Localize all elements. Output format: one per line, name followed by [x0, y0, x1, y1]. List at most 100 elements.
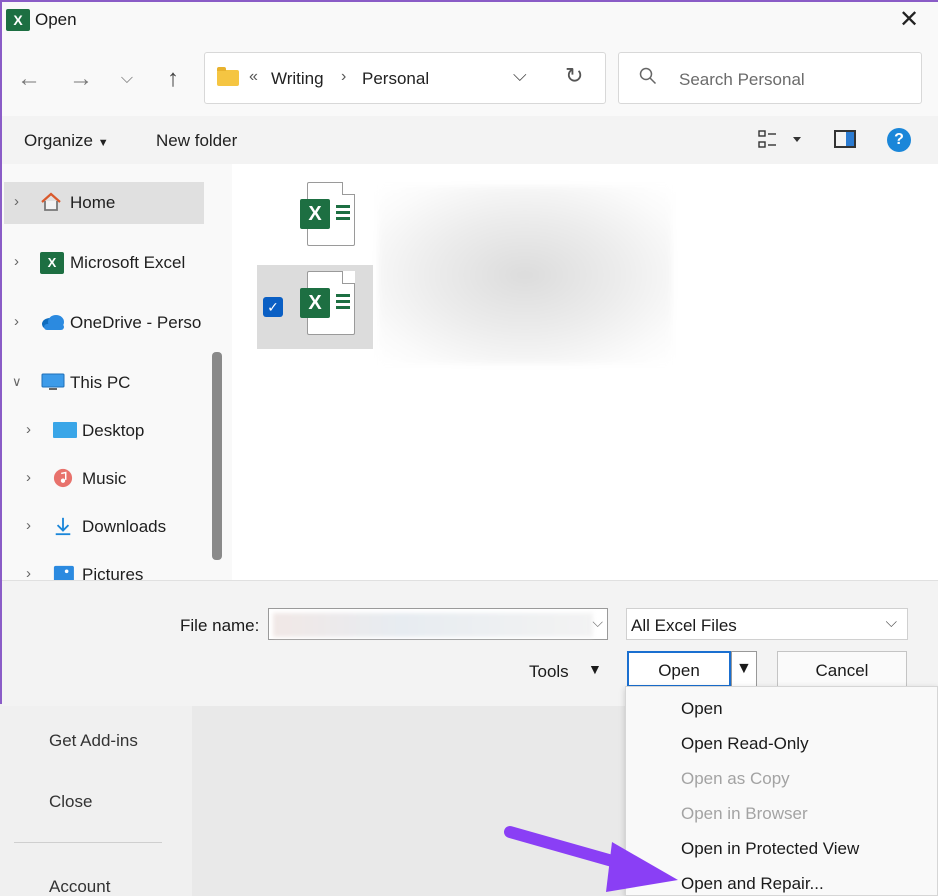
- search-box[interactable]: Search Personal: [618, 52, 922, 104]
- backstage-account[interactable]: Account: [49, 877, 110, 896]
- excel-file-icon: X: [300, 271, 355, 335]
- sidebar-item-downloads[interactable]: › Downloads: [4, 506, 204, 548]
- menu-item-open-and-repair[interactable]: Open and Repair...: [681, 874, 824, 894]
- grid-icon: [336, 205, 350, 221]
- window-title: Open: [35, 10, 77, 29]
- open-options-dropdown[interactable]: ▼: [731, 651, 757, 687]
- file-type-select[interactable]: All Excel Files ⌵: [626, 608, 908, 640]
- organize-button[interactable]: Organize ▼: [24, 131, 109, 151]
- onedrive-icon: [42, 315, 64, 330]
- chevron-down-icon[interactable]: ∨: [12, 374, 22, 390]
- search-icon: [639, 67, 657, 85]
- chevron-down-icon[interactable]: ⌵: [592, 614, 603, 631]
- breadcrumb-writing[interactable]: Writing: [271, 69, 324, 89]
- backstage-get-addins[interactable]: Get Add-ins: [49, 731, 138, 751]
- sidebar-item-label: This PC: [70, 373, 131, 392]
- blurred-file-names: [378, 186, 672, 364]
- view-options-icon[interactable]: [758, 130, 802, 150]
- menu-item-open-in-browser: Open in Browser: [681, 804, 808, 823]
- caret-down-icon: ▼: [736, 660, 752, 677]
- open-dialog: X Open ✕ ← → ⌵ ↑ « Writing › Personal ⌵ …: [0, 0, 938, 706]
- sidebar-item-label: Downloads: [82, 517, 167, 536]
- forward-arrow-icon[interactable]: →: [66, 64, 96, 94]
- excel-badge-icon: X: [300, 288, 330, 318]
- downloads-icon: [55, 517, 71, 536]
- chevron-right-icon[interactable]: ›: [26, 421, 31, 438]
- organize-label: Organize: [24, 131, 93, 150]
- refresh-icon[interactable]: ↻: [565, 63, 583, 89]
- address-overflow[interactable]: «: [249, 68, 258, 86]
- sidebar-item-onedrive[interactable]: › OneDrive - Perso: [4, 302, 204, 344]
- title-bar: X Open ✕: [2, 2, 938, 40]
- excel-icon: X: [6, 9, 30, 31]
- breadcrumb-personal[interactable]: Personal: [362, 69, 429, 89]
- close-icon[interactable]: ✕: [896, 6, 922, 34]
- sidebar-item-this-pc[interactable]: ∨ This PC: [4, 362, 204, 404]
- command-bar: Organize ▼ New folder ?: [2, 116, 938, 164]
- checkbox-checked-icon[interactable]: ✓: [263, 297, 283, 317]
- recent-locations-chevron-icon[interactable]: ⌵: [112, 64, 142, 94]
- file-name-label: File name:: [180, 616, 260, 635]
- file-name-input[interactable]: ⌵: [268, 608, 608, 640]
- pc-icon: [41, 373, 65, 390]
- sidebar-item-home[interactable]: › Home: [4, 182, 204, 224]
- tools-caret-icon[interactable]: ▼: [588, 661, 602, 677]
- sidebar-item-label: Pictures: [82, 565, 144, 580]
- chevron-right-icon[interactable]: ›: [14, 193, 19, 210]
- file-type-value: All Excel Files: [631, 616, 737, 635]
- navigation-pane: › Home › X Microsoft Excel › OneDrive - …: [2, 164, 230, 580]
- open-button[interactable]: Open: [627, 651, 731, 687]
- sidebar-item-label: Music: [82, 469, 127, 488]
- back-arrow-icon[interactable]: ←: [14, 64, 44, 94]
- open-button-label: Open: [658, 661, 700, 680]
- backstage-divider: [14, 842, 162, 843]
- sidebar-item-desktop[interactable]: › Desktop: [4, 410, 204, 452]
- search-input[interactable]: Search Personal: [679, 70, 805, 90]
- chevron-right-icon[interactable]: ›: [26, 469, 31, 486]
- excel-icon: X: [40, 252, 64, 274]
- desktop-icon: [53, 422, 77, 438]
- music-icon: [53, 468, 73, 488]
- sidebar-item-label: Desktop: [82, 421, 145, 440]
- chevron-right-icon[interactable]: ›: [26, 565, 31, 580]
- menu-item-open-protected-view[interactable]: Open in Protected View: [681, 839, 859, 859]
- sidebar-item-pictures[interactable]: › Pictures: [4, 554, 204, 580]
- sidebar-item-label: OneDrive - Perso: [70, 313, 202, 332]
- up-arrow-icon[interactable]: ↑: [158, 64, 188, 94]
- blurred-file-name: [273, 613, 593, 637]
- chevron-right-icon[interactable]: ›: [14, 253, 19, 270]
- annotation-arrow: [504, 826, 678, 892]
- chevron-right-icon[interactable]: ›: [26, 517, 31, 534]
- navigation-scrollbar-thumb[interactable]: [212, 352, 222, 560]
- menu-item-open-as-copy: Open as Copy: [681, 769, 790, 788]
- file-item-selected[interactable]: ✓ X: [257, 265, 373, 349]
- backstage-close[interactable]: Close: [49, 792, 92, 812]
- grid-icon: [336, 294, 350, 310]
- backstage-left-pane: Get Add-ins Close Account: [0, 704, 192, 896]
- new-folder-button[interactable]: New folder: [156, 131, 237, 151]
- menu-item-open[interactable]: Open: [681, 699, 723, 719]
- excel-badge-icon: X: [300, 199, 330, 229]
- file-item[interactable]: X: [257, 176, 373, 260]
- chevron-right-icon[interactable]: ›: [14, 313, 19, 330]
- help-icon[interactable]: ?: [887, 128, 911, 152]
- sidebar-item-label: Home: [70, 193, 116, 212]
- sidebar-item-label: Microsoft Excel: [70, 253, 186, 272]
- organize-caret-icon: ▼: [97, 137, 109, 149]
- folder-icon: [217, 67, 239, 86]
- pictures-icon: [53, 565, 74, 580]
- breadcrumb-separator: ›: [341, 68, 347, 85]
- address-bar[interactable]: « Writing › Personal ⌵ ↻: [204, 52, 606, 104]
- address-dropdown-chevron-icon[interactable]: ⌵: [513, 65, 527, 86]
- cancel-button-label: Cancel: [815, 661, 869, 680]
- preview-pane-icon[interactable]: [834, 130, 856, 148]
- home-icon: [41, 192, 61, 211]
- menu-item-open-read-only[interactable]: Open Read-Only: [681, 734, 809, 754]
- chevron-down-icon[interactable]: ⌵: [886, 614, 897, 631]
- cancel-button[interactable]: Cancel: [777, 651, 907, 687]
- sidebar-item-music[interactable]: › Music: [4, 458, 204, 500]
- file-list: X ✓ X: [232, 164, 938, 580]
- sidebar-item-microsoft-excel[interactable]: › X Microsoft Excel: [4, 242, 204, 284]
- excel-file-icon: X: [300, 182, 355, 246]
- tools-button[interactable]: Tools: [529, 662, 569, 682]
